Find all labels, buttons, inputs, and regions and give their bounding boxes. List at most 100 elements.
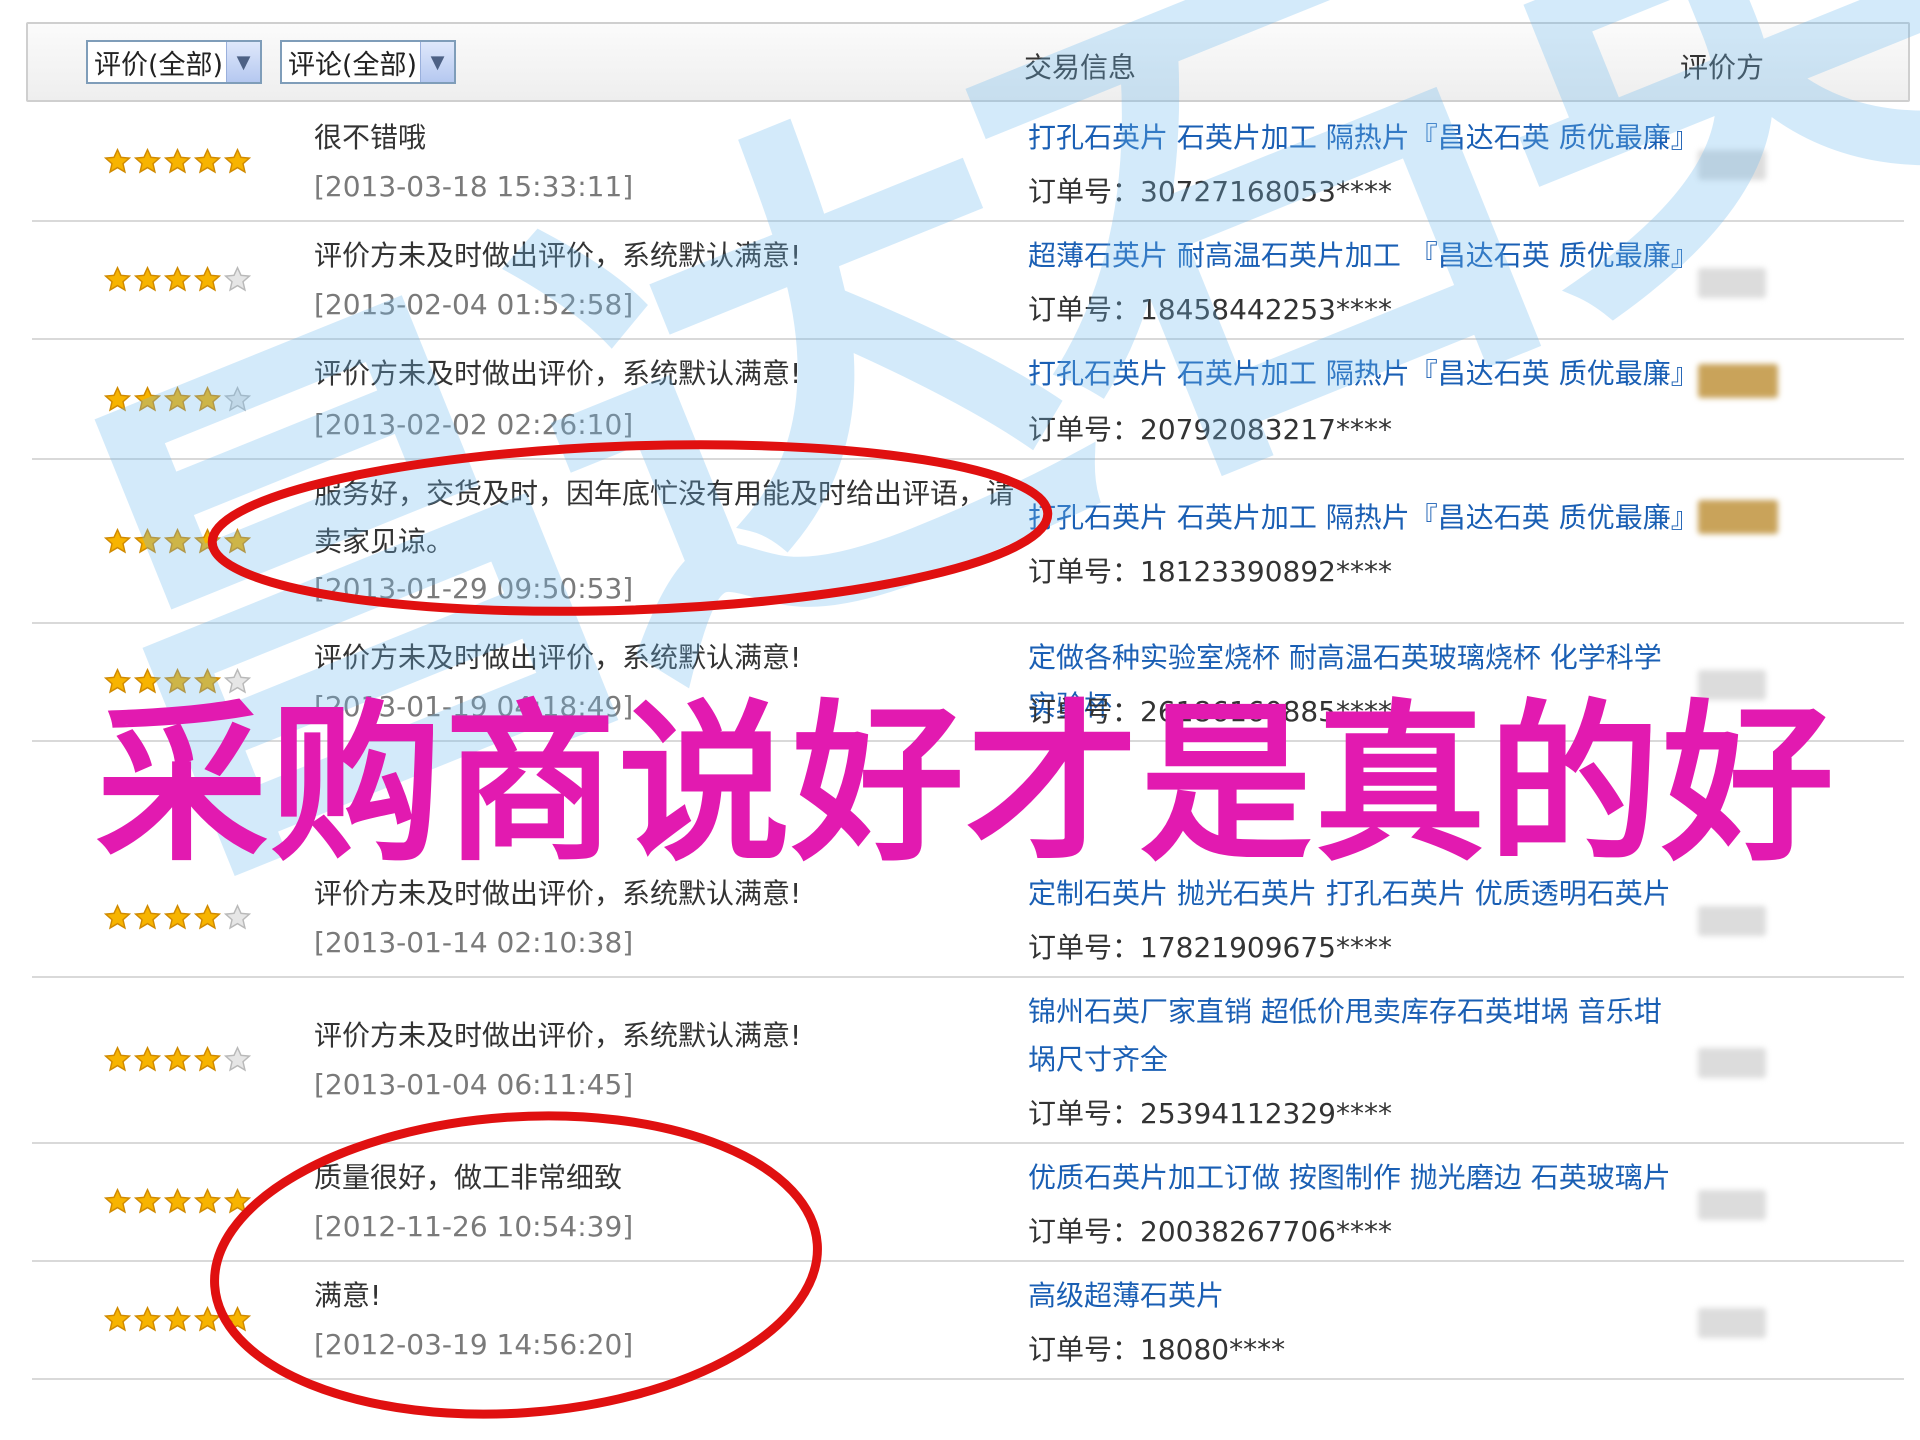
chevron-down-icon[interactable]: ▼ [226, 42, 260, 82]
comment-filter-value: 评论(全部) [288, 49, 418, 81]
star-rating [104, 266, 251, 293]
rater-avatar-blurred [1698, 268, 1766, 298]
star-filled-icon [164, 1188, 191, 1214]
star-filled-icon [194, 528, 221, 554]
review-date: [2013-01-14 02:10:38] [314, 926, 634, 959]
rater-avatar-blurred [1698, 1190, 1766, 1220]
slogan-overlay: 采购商说好才是真的好 [96, 684, 1836, 885]
rater-avatar-blurred [1698, 364, 1778, 398]
star-rating [104, 904, 251, 931]
order-number: 订单号：18123390892**** [1028, 555, 1392, 588]
table-row: 评价方未及时做出评价，系统默认满意! [2013-01-04 06:11:45]… [32, 978, 1904, 1144]
star-rating [104, 528, 251, 555]
rating-filter-select[interactable]: 评价(全部) ▼ [86, 40, 262, 84]
rater-avatar-blurred [1698, 500, 1778, 534]
star-filled-icon [224, 528, 251, 554]
star-filled-icon [164, 1306, 191, 1332]
review-comment: 质量很好，做工非常细致 [314, 1161, 623, 1194]
star-filled-icon [104, 904, 131, 930]
item-link[interactable]: 打孔石英片 石英片加工 隔热片『昌达石英 质优最廉』 [1028, 350, 1699, 398]
review-date: [2013-02-02 02:26:10] [314, 408, 634, 441]
star-filled-icon [104, 386, 131, 412]
review-date: [2013-02-04 01:52:58] [314, 288, 634, 321]
table-row: 评价方未及时做出评价，系统默认满意! [2013-02-02 02:26:10]… [32, 340, 1904, 460]
star-filled-icon [164, 904, 191, 930]
review-date: [2012-03-19 14:56:20] [314, 1328, 634, 1361]
review-date: [2013-03-18 15:33:11] [314, 170, 634, 203]
review-date: [2013-01-04 06:11:45] [314, 1068, 634, 1101]
item-link[interactable]: 打孔石英片 石英片加工 隔热片『昌达石英 质优最廉』 [1028, 494, 1699, 542]
item-link[interactable]: 优质石英片加工订做 按图制作 抛光磨边 石英玻璃片 [1028, 1154, 1688, 1202]
order-number: 订单号：17821909675**** [1028, 931, 1392, 964]
review-table-header: 评价(全部) ▼ 评论(全部) ▼ 交易信息 评价方 [26, 22, 1910, 102]
review-comment: 评价方未及时做出评价，系统默认满意! [314, 239, 802, 272]
rater-avatar-blurred [1698, 1048, 1766, 1078]
star-rating [104, 386, 251, 413]
rating-filter-value: 评价(全部) [94, 49, 224, 81]
star-empty-icon [224, 1046, 251, 1072]
order-number: 订单号：20792083217**** [1028, 413, 1392, 446]
star-filled-icon [134, 1306, 161, 1332]
star-filled-icon [134, 904, 161, 930]
star-filled-icon [134, 266, 161, 292]
review-comment: 评价方未及时做出评价，系统默认满意! [314, 1019, 802, 1052]
review-comment: 服务好，交货及时，因年底忙没有用能及时给出评语，请卖家见谅。 [314, 477, 1015, 558]
review-date: [2012-11-26 10:54:39] [314, 1210, 634, 1243]
star-filled-icon [194, 1306, 221, 1332]
star-filled-icon [194, 148, 221, 174]
star-filled-icon [104, 528, 131, 554]
order-number: 订单号：30727168053**** [1028, 175, 1392, 208]
item-link[interactable]: 打孔石英片 石英片加工 隔热片『昌达石英 质优最廉』 [1028, 114, 1699, 162]
star-filled-icon [104, 266, 131, 292]
star-filled-icon [134, 1046, 161, 1072]
table-row: 很不错哦 [2013-03-18 15:33:11] 打孔石英片 石英片加工 隔… [32, 104, 1904, 222]
order-number: 订单号：20038267706**** [1028, 1215, 1392, 1248]
order-number: 订单号：18458442253**** [1028, 293, 1392, 326]
star-rating [104, 1046, 251, 1073]
star-filled-icon [134, 1188, 161, 1214]
star-filled-icon [224, 148, 251, 174]
item-link[interactable]: 高级超薄石英片 [1028, 1272, 1688, 1320]
comment-filter-select[interactable]: 评论(全部) ▼ [280, 40, 456, 84]
star-filled-icon [224, 1188, 251, 1214]
table-row: 质量很好，做工非常细致 [2012-11-26 10:54:39] 优质石英片加… [32, 1144, 1904, 1262]
star-filled-icon [164, 386, 191, 412]
chevron-down-icon[interactable]: ▼ [420, 42, 454, 82]
star-filled-icon [164, 148, 191, 174]
star-filled-icon [104, 148, 131, 174]
star-empty-icon [224, 266, 251, 292]
star-filled-icon [134, 148, 161, 174]
star-filled-icon [194, 1046, 221, 1072]
trade-info-header: 交易信息 [1024, 51, 1137, 84]
star-rating [104, 148, 251, 175]
star-filled-icon [194, 386, 221, 412]
star-filled-icon [104, 1306, 131, 1332]
star-filled-icon [164, 528, 191, 554]
star-filled-icon [194, 1188, 221, 1214]
review-comment: 很不错哦 [314, 121, 427, 154]
rater-header: 评价方 [1680, 51, 1765, 84]
star-filled-icon [194, 266, 221, 292]
table-row: 满意! [2012-03-19 14:56:20] 高级超薄石英片 订单号：18… [32, 1262, 1904, 1380]
star-filled-icon [194, 904, 221, 930]
star-filled-icon [134, 386, 161, 412]
review-comment: 满意! [314, 1279, 382, 1312]
star-filled-icon [104, 1046, 131, 1072]
item-link[interactable]: 锦州石英厂家直销 超低价甩卖库存石英坩埚 音乐坩埚尺寸齐全 [1028, 988, 1688, 1084]
star-filled-icon [164, 266, 191, 292]
table-row: 服务好，交货及时，因年底忙没有用能及时给出评语，请卖家见谅。 [2013-01-… [32, 460, 1904, 624]
review-comment: 评价方未及时做出评价，系统默认满意! [314, 357, 802, 390]
review-comment: 评价方未及时做出评价，系统默认满意! [314, 641, 802, 674]
star-empty-icon [224, 904, 251, 930]
star-empty-icon [224, 386, 251, 412]
star-filled-icon [164, 1046, 191, 1072]
table-row: 评价方未及时做出评价，系统默认满意! [2013-02-04 01:52:58]… [32, 222, 1904, 340]
review-date: [2013-01-29 09:50:53] [314, 572, 634, 605]
rater-avatar-blurred [1698, 1308, 1766, 1338]
rater-avatar-blurred [1698, 150, 1766, 180]
rater-avatar-blurred [1698, 906, 1766, 936]
item-link[interactable]: 超薄石英片 耐高温石英片加工 『昌达石英 质优最廉』 [1028, 232, 1699, 280]
star-rating [104, 1188, 251, 1215]
star-filled-icon [224, 1306, 251, 1332]
star-filled-icon [134, 528, 161, 554]
